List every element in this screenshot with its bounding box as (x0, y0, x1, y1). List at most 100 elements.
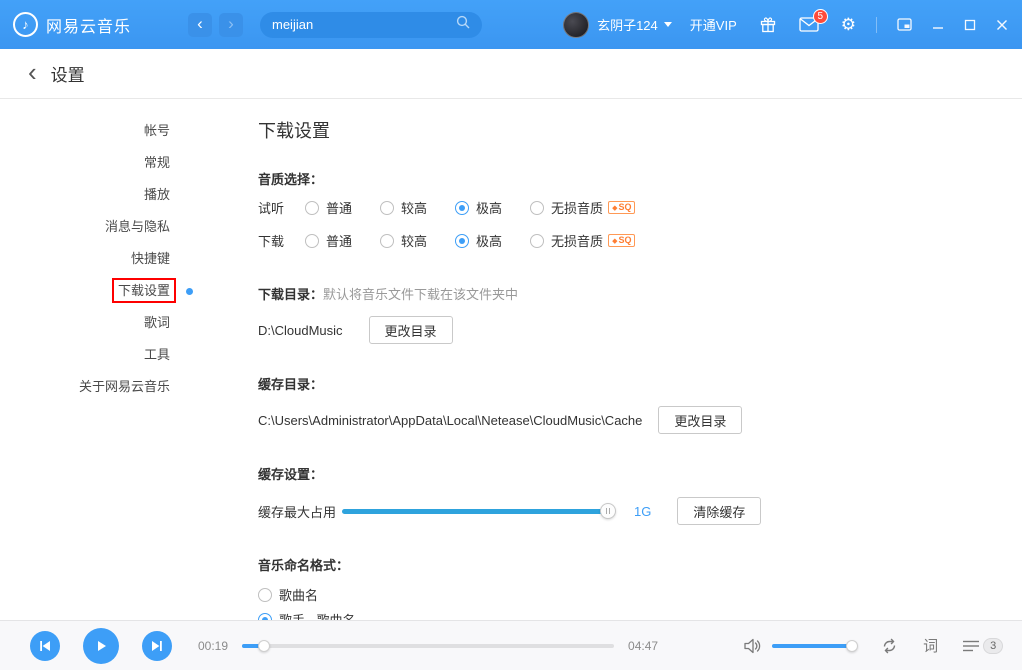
sidebar-item-label: 帐号 (144, 123, 170, 138)
forward-button[interactable]: › (219, 13, 243, 37)
cache-slider-track (342, 509, 614, 514)
cache-size-value: 1G (634, 504, 651, 519)
gift-icon[interactable] (759, 16, 777, 34)
sidebar-item-about[interactable]: 关于网易云音乐 (0, 371, 195, 403)
search-icon[interactable] (456, 15, 470, 34)
cache-dir-row: C:\Users\Administrator\AppData\Local\Net… (258, 406, 1022, 434)
close-button[interactable] (996, 19, 1008, 31)
radio-option[interactable]: 无损音质SQ (530, 231, 635, 250)
app-name: 网易云音乐 (46, 13, 131, 37)
settings-gear-button[interactable]: ⚙ (841, 16, 856, 33)
minimize-button[interactable] (932, 19, 944, 31)
download-dir-label: 下载目录： (258, 287, 323, 302)
radio-icon (305, 234, 319, 248)
radio-label: 极高 (476, 198, 502, 217)
radio-label: 歌曲名 (279, 585, 318, 604)
open-vip-button[interactable]: 开通VIP (690, 15, 737, 34)
quality-row-download: 下载 普通 较高 极高 无损音质SQ (258, 227, 1022, 254)
titlebar-divider (876, 17, 877, 33)
settings-main-panel: 下载设置 音质选择： 试听 普通 较高 极高 无损音质 SQ 下载 普通 较高 极… (195, 99, 1022, 620)
radio-icon-selected (258, 613, 272, 621)
current-time: 00:19 (198, 639, 228, 653)
user-dropdown-caret-icon[interactable] (664, 22, 672, 27)
progress-handle[interactable] (258, 640, 270, 652)
sidebar-item-playback[interactable]: 播放 (0, 179, 195, 211)
settings-back-button[interactable]: ‹ (28, 59, 37, 85)
change-cache-dir-button[interactable]: 更改目录 (658, 406, 742, 434)
radio-option[interactable]: 较高 (380, 198, 427, 217)
radio-option[interactable]: 普通 (305, 231, 352, 250)
volume-handle[interactable] (846, 640, 858, 652)
player-bar: 00:19 04:47 词 3 (0, 620, 1022, 670)
back-button[interactable]: ‹ (188, 13, 212, 37)
radio-icon (380, 234, 394, 248)
sidebar-item-label: 常规 (144, 155, 170, 170)
download-dir-hint: 默认将音乐文件下载在该文件夹中 (323, 287, 518, 302)
maximize-button[interactable] (964, 19, 976, 31)
sidebar-item-privacy[interactable]: 消息与隐私 (0, 211, 195, 243)
sidebar-item-label: 关于网易云音乐 (79, 379, 170, 394)
sidebar-item-account[interactable]: 帐号 (0, 115, 195, 147)
radio-option[interactable]: 普通 (305, 198, 352, 217)
search-input[interactable] (272, 17, 456, 32)
page-header-title: 设置 (51, 61, 85, 86)
sidebar-item-shortcuts[interactable]: 快捷键 (0, 243, 195, 275)
username[interactable]: 玄阴子124 (597, 15, 658, 34)
mail-button[interactable]: 5 (799, 17, 819, 32)
radio-label: 普通 (326, 198, 352, 217)
radio-icon-selected (455, 201, 469, 215)
change-download-dir-button[interactable]: 更改目录 (369, 316, 453, 344)
quality-row-label: 试听 (258, 198, 305, 217)
radio-label: 歌手 - 歌曲名 (279, 610, 356, 620)
radio-option[interactable]: 较高 (380, 231, 427, 250)
sidebar-item-download-settings[interactable]: 下载设置 (0, 275, 195, 307)
sq-quality-badge: SQ (608, 234, 635, 247)
sidebar-item-general[interactable]: 常规 (0, 147, 195, 179)
previous-track-button[interactable] (30, 631, 60, 661)
search-box[interactable] (260, 12, 482, 38)
sidebar-item-label: 歌词 (144, 315, 170, 330)
radio-option[interactable]: 极高 (455, 231, 502, 250)
sidebar-item-tools[interactable]: 工具 (0, 339, 195, 371)
play-button[interactable] (83, 628, 119, 664)
download-dir-row: D:\CloudMusic 更改目录 (258, 316, 1022, 344)
radio-option[interactable]: 极高 (455, 198, 502, 217)
radio-option[interactable]: 歌曲名 (258, 582, 1022, 607)
cache-settings-row: 缓存最大占用 1G 清除缓存 (258, 497, 1022, 525)
mini-mode-button[interactable] (897, 18, 912, 31)
sidebar-item-label: 下载设置 (118, 283, 170, 298)
download-dir-path: D:\CloudMusic (258, 323, 343, 338)
titlebar: ♪ 网易云音乐 ‹ › 玄阴子124 开通VIP 5 ⚙ (0, 0, 1022, 49)
cache-size-slider[interactable] (342, 503, 614, 519)
page-title: 下载设置 (258, 117, 1022, 143)
clear-cache-button[interactable]: 清除缓存 (677, 497, 761, 525)
volume-icon[interactable] (744, 638, 762, 654)
radio-label: 较高 (401, 198, 427, 217)
sidebar-item-label: 播放 (144, 187, 170, 202)
quality-section-label: 音质选择： (258, 169, 1022, 188)
progress-bar[interactable] (242, 640, 614, 652)
sq-quality-badge: SQ (608, 201, 635, 214)
volume-slider[interactable] (772, 640, 856, 652)
lyrics-glyph: 词 (923, 635, 938, 656)
mail-count-badge: 5 (813, 9, 828, 24)
lyrics-button[interactable]: 词 (923, 635, 938, 656)
app-window: ♪ 网易云音乐 ‹ › 玄阴子124 开通VIP 5 ⚙ (0, 0, 1022, 670)
progress-track (242, 644, 614, 648)
quality-row-listen: 试听 普通 较高 极高 无损音质 SQ (258, 194, 1022, 221)
forward-chevron-icon: › (228, 15, 234, 32)
radio-icon (530, 201, 544, 215)
cache-slider-handle[interactable] (600, 503, 616, 519)
radio-label: 较高 (401, 231, 427, 250)
loop-mode-button[interactable] (880, 637, 899, 655)
settings-header: ‹ 设置 (0, 49, 1022, 99)
app-logo[interactable]: ♪ 网易云音乐 (0, 12, 188, 37)
radio-icon (258, 588, 272, 602)
next-track-button[interactable] (142, 631, 172, 661)
playlist-button[interactable]: 3 (962, 638, 1003, 654)
radio-option[interactable]: 歌手 - 歌曲名 (258, 607, 1022, 620)
user-avatar[interactable] (563, 12, 589, 38)
radio-option[interactable]: 无损音质 SQ (530, 198, 635, 217)
radio-label: 无损音质 (551, 198, 603, 217)
sidebar-item-lyrics[interactable]: 歌词 (0, 307, 195, 339)
